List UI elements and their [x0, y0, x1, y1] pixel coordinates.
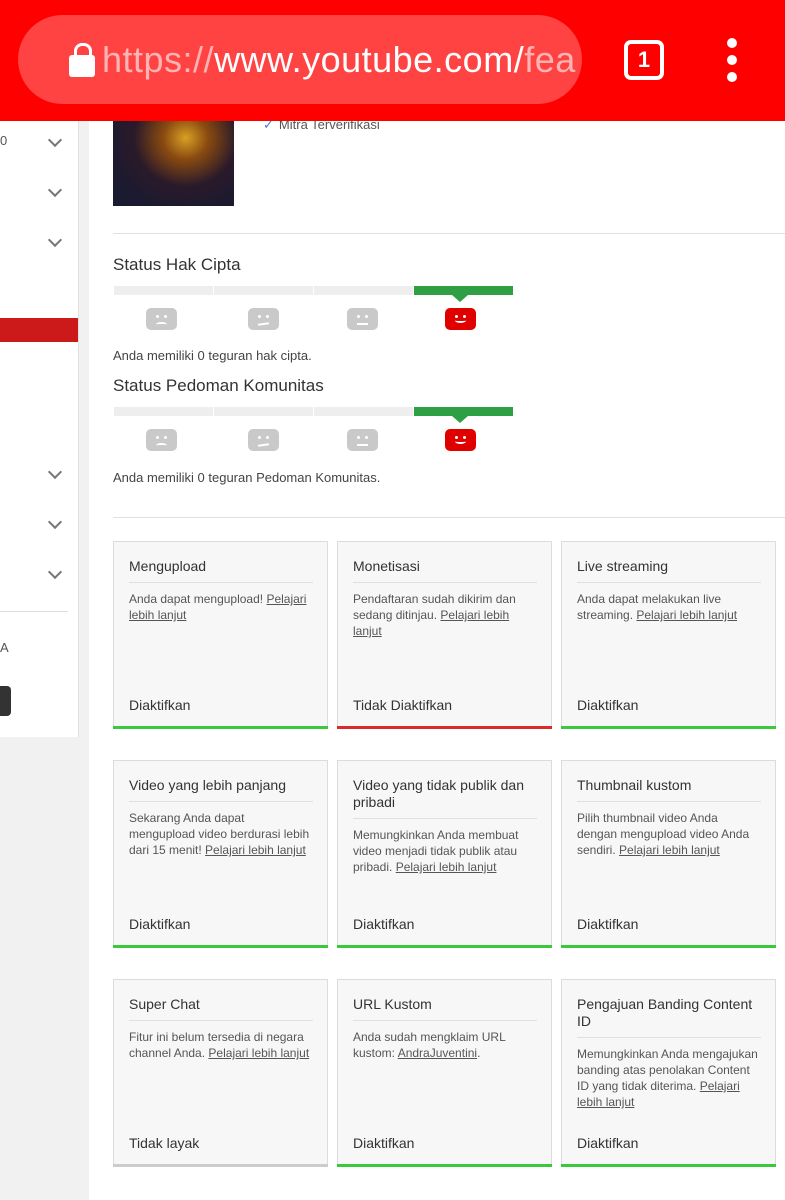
chevron-down-icon[interactable] [49, 469, 61, 481]
feature-card: Live streaming Anda dapat melakukan live … [561, 541, 776, 729]
learn-more-link[interactable]: Pelajari lebih lanjut [208, 1046, 309, 1060]
feature-card-status: Diaktifkan [577, 1135, 639, 1151]
tab-switcher-button[interactable]: 1 [624, 40, 664, 80]
feature-card-description: Memungkinkan Anda membuat video menjadi … [353, 827, 537, 875]
meh-face-icon [248, 308, 279, 330]
feature-card-status: Diaktifkan [577, 697, 639, 713]
feature-card-title: Video yang lebih panjang [129, 777, 313, 802]
feature-card-title: Thumbnail kustom [577, 777, 761, 802]
neutral-face-icon [347, 429, 378, 451]
chevron-down-icon[interactable] [49, 519, 61, 531]
sidebar-fragment: 0 [0, 133, 8, 148]
learn-more-link[interactable]: AndraJuventini [398, 1046, 477, 1060]
feature-card: Thumbnail kustom Pilih thumbnail video An… [561, 760, 776, 948]
neutral-face-icon [347, 308, 378, 330]
feature-card-text: Anda dapat mengupload! [129, 592, 264, 606]
feature-card-status: Diaktifkan [353, 916, 415, 932]
feature-card-description: Sekarang Anda dapat mengupload video ber… [129, 810, 313, 858]
url-text[interactable]: https://www.youtube.com/fea [102, 39, 576, 81]
feature-card: Video yang lebih panjang Sekarang Anda da… [113, 760, 328, 948]
feature-card-status-bar [113, 726, 328, 729]
chevron-down-icon[interactable] [49, 237, 61, 249]
url-scheme: https:// [102, 39, 215, 80]
feature-card-status: Tidak Diaktifkan [353, 697, 453, 713]
chevron-down-icon[interactable] [49, 137, 61, 149]
url-host: www.youtube.com/ [214, 39, 525, 80]
feature-card-title: URL Kustom [353, 996, 537, 1021]
lock-icon [69, 43, 95, 77]
feature-card-status: Diaktifkan [129, 916, 191, 932]
feature-card-status-bar [561, 726, 776, 729]
copyright-strikes-text: Anda memiliki 0 teguran hak cipta. [113, 348, 312, 363]
feature-card-title: Pengajuan Banding Content ID [577, 996, 761, 1038]
meh-face-icon [248, 429, 279, 451]
feature-card-description: Anda dapat mengupload! Pelajari lebih la… [129, 591, 313, 623]
chevron-down-icon[interactable] [49, 187, 61, 199]
sad-face-icon [146, 308, 177, 330]
feature-card-description: Memungkinkan Anda mengajukan banding ata… [577, 1046, 761, 1110]
feature-card-status-bar [337, 726, 552, 729]
meter-pointer [452, 295, 468, 302]
address-bar[interactable]: https://www.youtube.com/fea [18, 15, 582, 104]
browser-toolbar: https://www.youtube.com/fea 1 [0, 0, 785, 121]
feature-card-status-bar [113, 1164, 328, 1167]
learn-more-link[interactable]: Pelajari lebih lanjut [619, 843, 720, 857]
feature-card: Video yang tidak publik dan pribadi Memun… [337, 760, 552, 948]
feature-card: Monetisasi Pendaftaran sudah dikirim dan … [337, 541, 552, 729]
chevron-down-icon[interactable] [49, 569, 61, 581]
feature-card-description: Anda sudah mengklaim URL kustom: AndraJu… [353, 1029, 537, 1061]
feature-card-status-bar [561, 1164, 776, 1167]
feature-card-description: Pendaftaran sudah dikirim dan sedang dit… [353, 591, 537, 639]
feature-card-status-bar [337, 945, 552, 948]
learn-more-link[interactable]: Pelajari lebih lanjut [396, 860, 497, 874]
learn-more-link[interactable]: Pelajari lebih lanjut [636, 608, 737, 622]
more-options-icon[interactable] [718, 38, 746, 82]
feature-card-status-bar [561, 945, 776, 948]
feature-card-title: Monetisasi [353, 558, 537, 583]
feature-card-status: Diaktifkan [129, 697, 191, 713]
happy-face-icon [445, 308, 476, 330]
feature-card-status: Tidak layak [129, 1135, 200, 1151]
feature-card-description: Pilih thumbnail video Anda dengan mengup… [577, 810, 761, 858]
copyright-status-title: Status Hak Cipta [113, 255, 241, 274]
sidebar-button[interactable] [0, 686, 11, 716]
feature-card-title: Super Chat [129, 996, 313, 1021]
feature-card-description: Anda dapat melakukan live streaming. Pel… [577, 591, 761, 623]
feature-card-title: Video yang tidak publik dan pribadi [353, 777, 537, 819]
feature-card-description: Fitur ini belum tersedia di negara chann… [129, 1029, 313, 1061]
divider [113, 233, 785, 234]
feature-card-status-bar [113, 945, 328, 948]
community-status-title: Status Pedoman Komunitas [113, 376, 324, 395]
feature-card-title: Live streaming [577, 558, 761, 583]
feature-card: Pengajuan Banding Content ID Memungkinkan… [561, 979, 776, 1167]
main-content: ✓ Mitra Terverifikasi Status Hak Cipta An… [89, 117, 785, 1200]
left-sidebar: 0 A [0, 121, 79, 737]
feature-card-suffix: . [477, 1046, 481, 1060]
channel-thumbnail[interactable] [113, 121, 234, 206]
feature-card-status: Diaktifkan [353, 1135, 415, 1151]
happy-face-icon [445, 429, 476, 451]
learn-more-link[interactable]: Pelajari lebih lanjut [205, 843, 306, 857]
feature-card-status: Diaktifkan [577, 916, 639, 932]
sidebar-fragment: A [0, 640, 9, 655]
sidebar-divider [0, 611, 68, 612]
feature-card: URL Kustom Anda sudah mengklaim URL kusto… [337, 979, 552, 1167]
community-strike-meter [114, 407, 514, 451]
sad-face-icon [146, 429, 177, 451]
community-strikes-text: Anda memiliki 0 teguran Pedoman Komunita… [113, 470, 381, 485]
copyright-strike-meter [114, 286, 514, 330]
feature-card: Super Chat Fitur ini belum tersedia di ne… [113, 979, 328, 1167]
divider [113, 517, 785, 518]
feature-card-title: Mengupload [129, 558, 313, 583]
meter-pointer [452, 416, 468, 423]
feature-card-status-bar [337, 1164, 552, 1167]
feature-card: Mengupload Anda dapat mengupload! Pelajar… [113, 541, 328, 729]
sidebar-item-active[interactable] [0, 318, 78, 342]
url-path: fea [524, 39, 576, 80]
